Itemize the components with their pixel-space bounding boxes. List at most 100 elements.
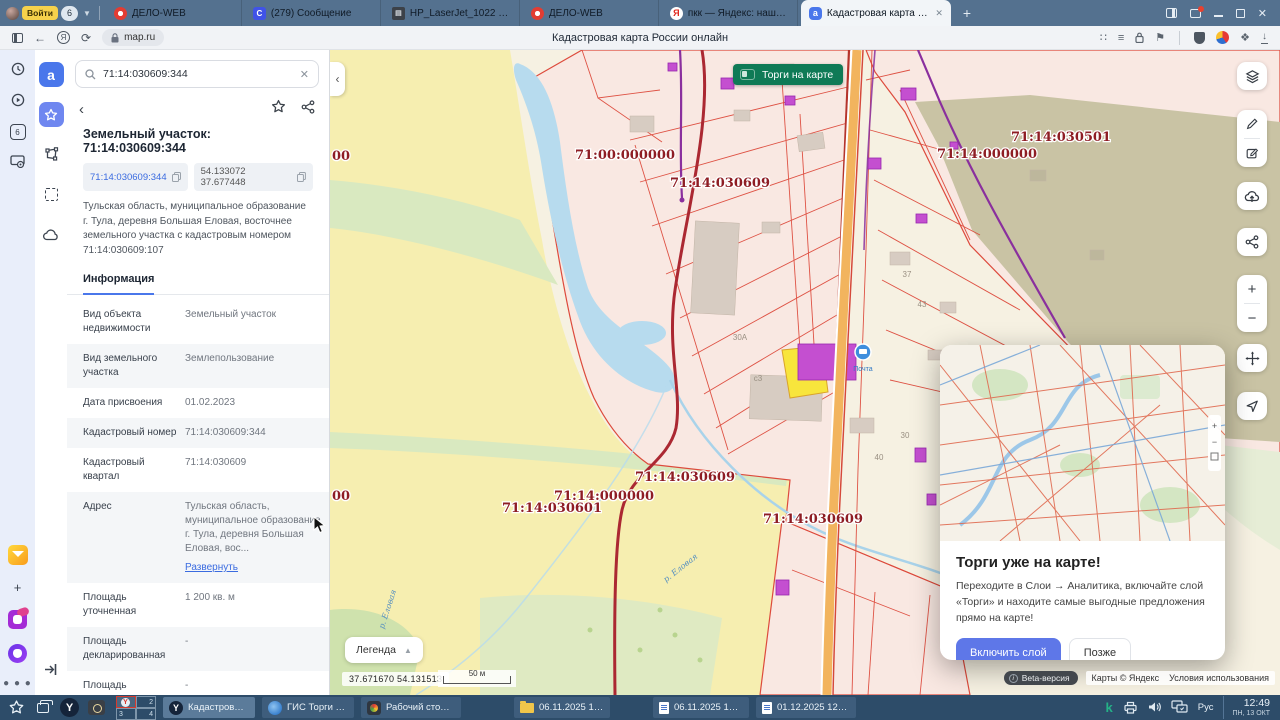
cadastral-number-chip[interactable]: 71:14:030609:344 xyxy=(83,163,188,191)
close-tab-icon[interactable]: ✕ xyxy=(933,8,943,19)
yandex-mail-icon[interactable] xyxy=(7,545,28,565)
more-dots-icon[interactable]: ● ● ● xyxy=(3,678,32,689)
window-cascade-icon[interactable] xyxy=(33,699,53,713)
reload-icon[interactable]: ⟳ xyxy=(81,32,91,44)
enable-layer-button[interactable]: Включить слой xyxy=(956,638,1061,660)
sync-avatar-icon[interactable] xyxy=(1216,31,1230,44)
maximize-button[interactable] xyxy=(1235,8,1245,18)
search-input[interactable] xyxy=(103,68,293,80)
collapse-sidebar-button[interactable]: ‹ xyxy=(330,62,345,96)
back-button[interactable]: ‹ xyxy=(79,102,84,117)
browser-login[interactable]: Войти xyxy=(6,6,58,20)
desktop-4[interactable]: 4 xyxy=(136,707,156,720)
task-document-1[interactable]: 06.11.2025 12-30 ... xyxy=(653,697,749,718)
app-launcher-icon[interactable] xyxy=(6,700,26,715)
side-panel-icon[interactable] xyxy=(1165,8,1177,18)
pencil-button[interactable] xyxy=(1237,110,1267,138)
tab-messages[interactable]: C (279) Сообщение xyxy=(245,0,381,26)
divider xyxy=(1179,30,1181,45)
extension-icon[interactable]: ❖ xyxy=(1240,31,1250,44)
language-indicator[interactable]: Рус xyxy=(1198,702,1214,713)
screen-share-icon[interactable] xyxy=(10,155,25,170)
tab-counter[interactable]: 6 xyxy=(60,5,78,21)
map-container[interactable]: Почта 30А с3 37 43 40 30 р. Еловая р. Ел… xyxy=(330,50,1280,695)
add-service-icon[interactable]: + xyxy=(14,580,22,595)
password-icon[interactable] xyxy=(1135,32,1144,43)
nspd-logo[interactable]: a xyxy=(38,62,64,87)
share-map-button[interactable] xyxy=(1237,228,1267,256)
locate-button[interactable] xyxy=(1237,392,1267,420)
printer-icon[interactable] xyxy=(1123,701,1138,714)
cloud-icon[interactable] xyxy=(39,222,64,247)
polygon-tool-icon[interactable] xyxy=(39,142,64,167)
expand-address-link[interactable]: Развернуть xyxy=(185,561,238,575)
close-window-button[interactable]: ✕ xyxy=(1258,7,1267,20)
media-play-icon[interactable] xyxy=(11,93,25,109)
k-tray-icon[interactable]: k xyxy=(1106,700,1113,715)
tab-groups-icon[interactable]: 6 xyxy=(9,124,26,140)
copy-icon[interactable] xyxy=(297,172,306,182)
clear-search-icon[interactable]: ✕ xyxy=(300,68,309,81)
alice-icon[interactable] xyxy=(8,644,27,663)
zoom-out-button[interactable]: − xyxy=(1237,304,1267,332)
task-desktop-window[interactable]: Рабочий стол 1 - ... xyxy=(361,697,461,718)
chevron-down-icon[interactable]: ▼ xyxy=(81,9,93,18)
pan-button[interactable] xyxy=(1237,344,1267,372)
search-icon xyxy=(85,68,96,79)
adblock-shield-icon[interactable] xyxy=(1194,31,1206,44)
url-field[interactable]: map.ru xyxy=(102,29,165,46)
login-button[interactable]: Войти xyxy=(22,6,58,20)
back-icon[interactable]: ← xyxy=(34,32,46,44)
task-gis-torgi[interactable]: ГИС Торги – прод... xyxy=(262,697,354,718)
reader-icon[interactable]: ≡ xyxy=(1118,32,1124,44)
terms-link[interactable]: Условия использования xyxy=(1169,673,1269,683)
collections-icon[interactable]: ∷ xyxy=(1100,31,1107,44)
coordinates-chip[interactable]: 54.133072 37.677448 xyxy=(193,163,313,191)
task-document-2[interactable]: 01.12.2025 12-00 ... xyxy=(756,697,856,718)
task-folder[interactable]: 06.11.2025 12-30 ... xyxy=(514,697,610,718)
display-settings-icon[interactable] xyxy=(1171,700,1188,714)
share-icon[interactable] xyxy=(301,99,315,119)
tab-cadastral-map[interactable]: a Кадастровая карта Ро... ✕ xyxy=(800,0,951,26)
yandex-disk-icon[interactable] xyxy=(8,610,27,629)
collapse-panel-icon[interactable] xyxy=(44,663,58,681)
layers-button[interactable] xyxy=(1237,62,1267,90)
zoom-controls: + − xyxy=(1237,275,1267,332)
desktop-2[interactable]: 2 xyxy=(136,695,156,708)
svg-text:+: + xyxy=(1212,421,1217,431)
torgi-layer-toggle[interactable]: Торги на карте xyxy=(733,64,844,85)
minimize-button[interactable] xyxy=(1213,15,1223,17)
yandex-browser-icon[interactable]: Y xyxy=(60,698,79,717)
clock[interactable]: 12:49 ПН, 13 ОКТ xyxy=(1223,696,1278,719)
edit-button[interactable] xyxy=(1237,139,1267,167)
volume-icon[interactable] xyxy=(1148,701,1161,713)
download-icon[interactable]: ↓ xyxy=(1261,31,1268,44)
all-tabs-icon[interactable] xyxy=(1189,5,1204,18)
desktop-pager[interactable]: Y 2 3 4 xyxy=(116,695,156,720)
bookmark-icon[interactable]: ⚑ xyxy=(1155,31,1165,44)
legend-button[interactable]: Легенда ▲ xyxy=(345,637,423,663)
task-cadastral-map[interactable]: Y Кадастровая кар... xyxy=(163,697,255,718)
copy-icon[interactable] xyxy=(171,172,181,182)
tab-cups[interactable]: ▤ HP_LaserJet_1022 - CUPS xyxy=(384,0,520,26)
tab-delo-web-2[interactable]: ДЕЛО-WEB xyxy=(523,0,659,26)
zoom-in-button[interactable]: + xyxy=(1237,275,1267,303)
search-box[interactable]: ✕ xyxy=(75,60,319,88)
tab-yandex-search[interactable]: Я пкк — Яндекс: нашлось xyxy=(662,0,798,26)
tab-delo-web-1[interactable]: ДЕЛО-WEB xyxy=(106,0,242,26)
select-area-icon[interactable] xyxy=(39,182,64,207)
sidebar-toggle-icon[interactable] xyxy=(12,32,23,43)
favorites-button[interactable] xyxy=(38,102,64,127)
svg-text:−: − xyxy=(1212,437,1217,447)
desktop-1[interactable]: Y xyxy=(116,695,136,708)
later-button[interactable]: Позже xyxy=(1068,638,1132,660)
star-icon[interactable] xyxy=(271,99,286,119)
new-tab-button[interactable]: + xyxy=(954,5,980,21)
table-row: Вид объекта недвижимости Земельный участо… xyxy=(83,309,277,334)
tab-information[interactable]: Информация xyxy=(83,273,155,295)
screenshot-tool-icon[interactable] xyxy=(86,700,106,715)
upload-button[interactable] xyxy=(1237,182,1267,210)
desktop-3[interactable]: 3 xyxy=(116,707,136,720)
yandex-button-icon[interactable]: Я xyxy=(57,31,70,44)
history-icon[interactable] xyxy=(11,62,25,78)
